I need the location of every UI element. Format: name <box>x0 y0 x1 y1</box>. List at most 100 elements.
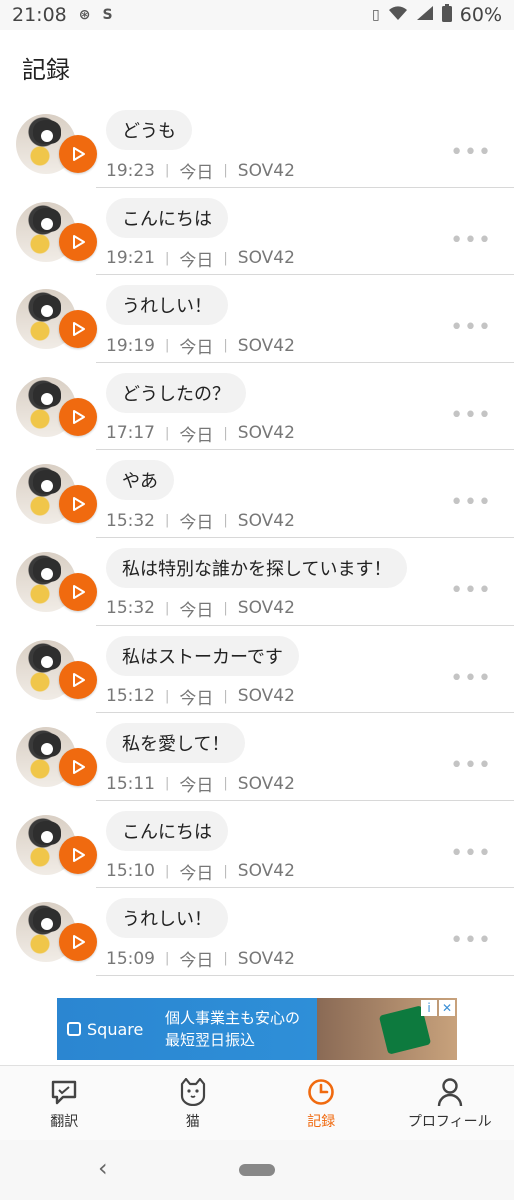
separator: | <box>223 250 228 266</box>
record-time: 15:32 <box>106 598 155 619</box>
separator: | <box>223 513 228 529</box>
record-time: 15:10 <box>106 861 155 882</box>
status-bar: 21:08 ⊛ S ▯ 60% <box>0 0 514 30</box>
ad-close-icon[interactable]: ✕ <box>439 1000 455 1016</box>
separator: | <box>165 163 170 178</box>
separator: | <box>165 688 170 704</box>
record-time: 19:23 <box>106 160 155 181</box>
page-title: 記録 <box>22 56 70 84</box>
cat-face-icon <box>178 1077 208 1107</box>
vibrate-icon: ▯ <box>372 7 380 23</box>
separator: | <box>165 863 170 879</box>
record-row[interactable]: 私を愛して！ 15:11 | 今日 | SOV42 ••• <box>0 713 514 801</box>
record-text: こんにちは <box>106 810 228 851</box>
record-time: 17:17 <box>106 423 155 444</box>
play-button[interactable] <box>59 397 97 436</box>
translate-chat-icon <box>49 1077 79 1107</box>
tab-translate[interactable]: 翻訳 <box>0 1066 129 1141</box>
record-list[interactable]: どうも 19:23 | 今日 | SOV42 ••• こんにちは 19:21 |… <box>0 100 514 976</box>
ad-brand: Square <box>57 1020 157 1039</box>
play-button[interactable] <box>59 923 97 962</box>
home-pill[interactable] <box>239 1164 275 1176</box>
play-button[interactable] <box>59 485 97 524</box>
record-time: 19:19 <box>106 335 155 356</box>
play-button[interactable] <box>59 135 97 173</box>
more-options-icon[interactable]: ••• <box>450 403 492 428</box>
separator: | <box>223 163 228 178</box>
record-text: 私はストーカーです <box>106 635 299 676</box>
record-row[interactable]: やあ 15:32 | 今日 | SOV42 ••• <box>0 450 514 538</box>
record-device: SOV42 <box>237 248 295 269</box>
tab-cat[interactable]: 猫 <box>129 1066 258 1141</box>
play-icon <box>73 847 85 862</box>
play-button[interactable] <box>59 222 97 261</box>
record-row[interactable]: こんにちは 19:21 | 今日 | SOV42 ••• <box>0 188 514 276</box>
record-device: SOV42 <box>237 686 295 707</box>
s-app-icon: S <box>102 7 113 23</box>
separator: | <box>165 513 170 529</box>
play-button[interactable] <box>59 310 97 349</box>
more-options-icon[interactable]: ••• <box>450 315 492 340</box>
ad-brand-label: Square <box>87 1019 144 1039</box>
ad-banner[interactable]: Square 個人事業主も安心の 最短翌日振込 i ✕ <box>57 998 457 1060</box>
page-header: 記録 <box>0 30 514 102</box>
system-nav-bar: ‹ <box>0 1140 514 1200</box>
record-row[interactable]: こんにちは 15:10 | 今日 | SOV42 ••• <box>0 801 514 889</box>
record-text: どうも <box>106 110 192 150</box>
more-options-icon[interactable]: ••• <box>450 140 492 165</box>
tab-profile[interactable]: プロフィール <box>386 1066 514 1141</box>
more-options-icon[interactable]: ••• <box>450 578 492 603</box>
play-button[interactable] <box>59 748 97 787</box>
play-button[interactable] <box>59 572 97 611</box>
wifi-icon <box>388 4 408 26</box>
play-icon <box>73 760 85 775</box>
more-options-icon[interactable]: ••• <box>450 841 492 866</box>
record-meta: 19:21 | 今日 | SOV42 <box>106 246 295 271</box>
record-row[interactable]: どうしたの？ 17:17 | 今日 | SOV42 ••• <box>0 363 514 451</box>
separator: | <box>165 425 170 441</box>
more-options-icon[interactable]: ••• <box>450 928 492 953</box>
separator: | <box>165 250 170 266</box>
square-logo-icon <box>67 1022 81 1036</box>
more-options-icon[interactable]: ••• <box>450 228 492 253</box>
record-meta: 15:32 | 今日 | SOV42 <box>106 508 295 534</box>
record-day: 今日 <box>179 425 214 446</box>
record-row[interactable]: どうも 19:23 | 今日 | SOV42 ••• <box>0 100 514 188</box>
nfc-icon: ⊛ <box>78 7 91 23</box>
tab-records[interactable]: 記録 <box>257 1066 386 1141</box>
separator: | <box>165 338 170 354</box>
play-button[interactable] <box>59 835 97 874</box>
more-options-icon[interactable]: ••• <box>450 753 492 778</box>
ad-text: 個人事業主も安心の 最短翌日振込 <box>165 1007 300 1051</box>
record-day: 今日 <box>179 338 214 359</box>
back-icon[interactable]: ‹ <box>98 1154 108 1182</box>
status-time: 21:08 <box>12 4 67 26</box>
clock-icon <box>306 1077 336 1107</box>
more-options-icon[interactable]: ••• <box>450 666 492 691</box>
record-meta: 15:09 | 今日 | SOV42 <box>106 946 295 972</box>
separator: | <box>223 600 228 616</box>
record-day: 今日 <box>179 951 214 972</box>
play-button[interactable] <box>59 660 97 699</box>
more-options-icon[interactable]: ••• <box>450 490 492 515</box>
record-device: SOV42 <box>237 598 295 619</box>
record-device: SOV42 <box>237 773 295 794</box>
ad-info-icon[interactable]: i <box>421 1000 437 1016</box>
record-row[interactable]: 私は特別な誰かを探しています！ 15:32 | 今日 | SOV42 ••• <box>0 538 514 626</box>
record-meta: 15:12 | 今日 | SOV42 <box>106 684 295 709</box>
separator: | <box>223 338 228 354</box>
record-row[interactable]: 私はストーカーです 15:12 | 今日 | SOV42 ••• <box>0 626 514 714</box>
ad-line-2: 最短翌日振込 <box>165 1031 256 1049</box>
record-day: 今日 <box>179 163 214 183</box>
record-device: SOV42 <box>237 160 295 181</box>
record-row[interactable]: うれしい！ 15:09 | 今日 | SOV42 ••• <box>0 888 514 976</box>
separator: | <box>223 951 228 967</box>
record-row[interactable]: うれしい！ 19:19 | 今日 | SOV42 ••• <box>0 275 514 363</box>
record-day: 今日 <box>179 250 214 271</box>
tab-label: 記録 <box>307 1113 336 1130</box>
record-text: やあ <box>106 460 174 501</box>
record-time: 15:11 <box>106 773 155 794</box>
person-icon <box>436 1077 464 1107</box>
record-meta: 19:23 | 今日 | SOV42 <box>106 158 295 184</box>
record-text: どうしたの？ <box>106 372 246 413</box>
